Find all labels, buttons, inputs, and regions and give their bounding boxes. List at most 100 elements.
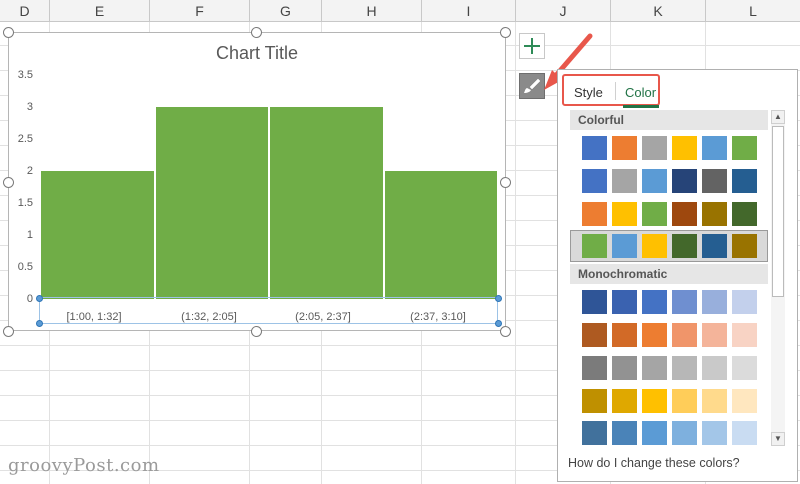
resize-handle-right[interactable] (500, 177, 511, 188)
column-header-e[interactable]: E (50, 0, 150, 22)
column-header-h[interactable]: H (322, 0, 422, 22)
color-swatch (732, 169, 757, 193)
color-swatch (612, 356, 637, 380)
color-swatch (732, 323, 757, 347)
column-header-k[interactable]: K (611, 0, 706, 22)
histogram-bar[interactable] (40, 171, 155, 299)
tabs-highlight: Style Color (562, 74, 660, 108)
resize-handle-top-right[interactable] (500, 27, 511, 38)
color-swatch (732, 290, 757, 314)
color-swatch (642, 234, 667, 258)
color-swatch (732, 234, 757, 258)
color-swatch (702, 169, 727, 193)
axis-selection-handle[interactable] (495, 295, 502, 302)
axis-selection-handle[interactable] (495, 320, 502, 327)
color-swatch (702, 136, 727, 160)
color-swatch (642, 356, 667, 380)
y-tick-label: 2 (26, 165, 33, 177)
color-swatch (672, 202, 697, 226)
vertical-scrollbar[interactable]: ▲ ▼ (771, 110, 785, 446)
color-swatch (732, 136, 757, 160)
color-swatch (582, 169, 607, 193)
color-swatch (582, 356, 607, 380)
resize-handle-left[interactable] (3, 177, 14, 188)
color-swatch (672, 290, 697, 314)
y-tick-label: 2.5 (17, 133, 33, 145)
histogram-bar[interactable] (383, 171, 498, 299)
color-swatch (582, 421, 607, 445)
y-tick-label: 0 (26, 293, 33, 305)
chart-styles-pane: Style Color Colorful Monochromatic ▲ ▼ H… (557, 69, 798, 482)
tab-color[interactable]: Color (625, 85, 656, 100)
scroll-up-arrow-icon[interactable]: ▲ (771, 110, 785, 124)
x-tick-label: (2:05, 2:37] (295, 311, 351, 323)
active-tab-indicator (623, 105, 659, 108)
y-tick-label: 0.5 (17, 261, 33, 273)
color-swatch (702, 234, 727, 258)
help-link[interactable]: How do I change these colors? (568, 456, 740, 470)
color-palette-row[interactable] (570, 319, 768, 351)
resize-handle-bottom[interactable] (251, 326, 262, 337)
color-swatch (672, 136, 697, 160)
color-swatch (732, 356, 757, 380)
color-swatch (582, 290, 607, 314)
color-swatch (702, 290, 727, 314)
color-swatch (612, 323, 637, 347)
column-header-l[interactable]: L (706, 0, 800, 22)
histogram-bar[interactable] (154, 107, 269, 299)
scroll-down-arrow-icon[interactable]: ▼ (771, 432, 785, 446)
color-swatch (672, 389, 697, 413)
color-swatch (672, 234, 697, 258)
color-swatch (612, 136, 637, 160)
x-tick-label: [1:00, 1:32] (66, 311, 122, 323)
column-header-j[interactable]: J (516, 0, 611, 22)
column-header-f[interactable]: F (150, 0, 250, 22)
y-tick-label: 1 (26, 229, 33, 241)
tab-style[interactable]: Style (574, 85, 603, 100)
resize-handle-bottom-left[interactable] (3, 326, 14, 337)
color-swatch (582, 202, 607, 226)
column-header-g[interactable]: G (250, 0, 322, 22)
tab-separator (615, 82, 616, 100)
scrollbar-thumb[interactable] (772, 126, 784, 297)
y-tick-label: 3.5 (17, 69, 33, 81)
column-header-d[interactable]: D (0, 0, 50, 22)
axis-selection-handle[interactable] (36, 295, 43, 302)
color-swatch (612, 389, 637, 413)
chart-title[interactable]: Chart Title (9, 43, 505, 64)
color-swatch (732, 421, 757, 445)
color-swatch (732, 202, 757, 226)
color-swatch (702, 389, 727, 413)
histogram-chart[interactable]: Chart Title 3.5 3 2.5 2 1.5 1 0.5 0 [1:0… (8, 32, 506, 331)
color-swatch (702, 323, 727, 347)
color-palette-row[interactable] (570, 417, 768, 447)
color-palette-row[interactable] (570, 352, 768, 384)
color-swatch (702, 202, 727, 226)
axis-selection-handle[interactable] (36, 320, 43, 327)
color-swatch (642, 169, 667, 193)
y-tick-label: 3 (26, 101, 33, 113)
color-palette-row[interactable] (570, 286, 768, 318)
color-swatch (702, 356, 727, 380)
section-header-monochromatic: Monochromatic (570, 264, 768, 284)
color-palette-row[interactable] (570, 198, 768, 230)
color-swatch (612, 202, 637, 226)
histogram-bar[interactable] (269, 107, 384, 299)
color-swatch (672, 169, 697, 193)
column-header-i[interactable]: I (422, 0, 516, 22)
color-swatch (642, 202, 667, 226)
paintbrush-icon (524, 78, 541, 93)
color-swatch (642, 136, 667, 160)
color-palette-row[interactable] (570, 385, 768, 417)
color-swatch (612, 234, 637, 258)
color-palette-row-selected[interactable] (570, 230, 768, 262)
color-palette-row[interactable] (570, 132, 768, 164)
color-palette-row[interactable] (570, 165, 768, 197)
section-header-colorful: Colorful (570, 110, 768, 130)
resize-handle-top[interactable] (251, 27, 262, 38)
resize-handle-top-left[interactable] (3, 27, 14, 38)
color-swatch (582, 136, 607, 160)
color-swatch (672, 323, 697, 347)
color-swatch (672, 421, 697, 445)
resize-handle-bottom-right[interactable] (500, 326, 511, 337)
